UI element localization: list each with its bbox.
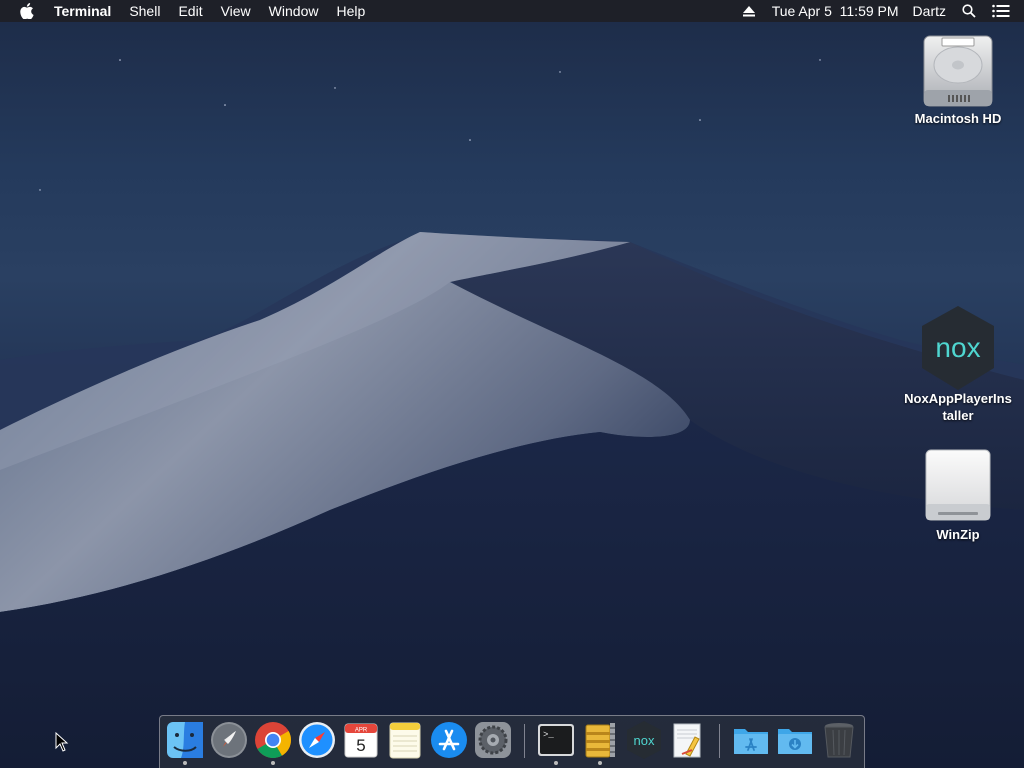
menu-bar: Terminal Shell Edit View Window Help Tue…: [0, 0, 1024, 22]
system-preferences-icon: [475, 722, 511, 758]
desktop-item-macintosh-hd[interactable]: Macintosh HD: [898, 30, 1018, 127]
mouse-cursor-icon: [55, 732, 69, 752]
dock-item-notes[interactable]: [385, 720, 425, 760]
dock-item-textedit[interactable]: [668, 720, 708, 760]
running-indicator: [598, 761, 602, 765]
apple-icon[interactable]: [19, 0, 35, 22]
dock: APR 5 >_ nox: [159, 715, 865, 768]
terminal-prompt: >_: [543, 730, 554, 740]
applications-folder-icon: [734, 729, 768, 754]
menu-view[interactable]: View: [212, 0, 260, 22]
spotlight-search-icon[interactable]: [960, 0, 978, 22]
nox-icon: nox: [918, 306, 998, 390]
desktop-item-nox-installer[interactable]: nox NoxAppPlayerIns taller: [898, 306, 1018, 424]
dock-item-trash[interactable]: [819, 720, 859, 760]
calendar-icon: APR 5: [344, 723, 378, 758]
running-indicator: [183, 761, 187, 765]
archive-utility-icon: [585, 723, 615, 758]
eject-icon[interactable]: [740, 0, 758, 22]
dock-item-google-chrome[interactable]: [253, 720, 293, 760]
downloads-folder-icon: [778, 729, 812, 754]
calendar-day: 5: [356, 736, 365, 755]
calendar-month: APR: [355, 728, 368, 734]
nox-logo-text: nox: [935, 332, 980, 363]
launchpad-icon: [211, 722, 247, 758]
mojave-dune-wallpaper: [0, 59, 1024, 768]
hard-drive-icon: [918, 30, 998, 110]
nox-logo-text: nox: [634, 733, 655, 748]
desktop-item-label: WinZip: [936, 527, 980, 542]
textedit-icon: [673, 723, 701, 758]
removable-drive-icon: [918, 446, 998, 526]
dock-item-app-store[interactable]: [429, 720, 469, 760]
menu-shell[interactable]: Shell: [120, 0, 169, 22]
dock-item-terminal[interactable]: >_: [536, 720, 576, 760]
dock-item-downloads-folder[interactable]: [775, 720, 815, 760]
running-indicator: [554, 761, 558, 765]
dock-item-applications-folder[interactable]: [731, 720, 771, 760]
menu-window[interactable]: Window: [260, 0, 328, 22]
menu-app-terminal[interactable]: Terminal: [45, 0, 120, 22]
menu-clock[interactable]: Tue Apr 5 11:59 PM: [765, 0, 906, 22]
notification-center-icon[interactable]: [992, 0, 1010, 22]
dock-item-nox[interactable]: nox: [624, 720, 664, 760]
trash-icon: [824, 723, 854, 758]
dock-separator: [524, 724, 525, 758]
menu-user[interactable]: Dartz: [906, 0, 953, 22]
desktop-item-label: Macintosh HD: [914, 111, 1002, 126]
dock-item-finder[interactable]: [165, 720, 205, 760]
dock-item-safari[interactable]: [297, 720, 337, 760]
safari-icon: [299, 722, 335, 758]
desktop-item-label: NoxAppPlayerIns taller: [904, 391, 1012, 423]
desktop[interactable]: Terminal Shell Edit View Window Help Tue…: [0, 0, 1024, 768]
app-store-icon: [431, 722, 467, 758]
notes-icon: [389, 722, 421, 759]
chrome-icon: [255, 722, 291, 759]
menu-help[interactable]: Help: [327, 0, 374, 22]
dock-item-calendar[interactable]: APR 5: [341, 720, 381, 760]
running-indicator: [271, 761, 275, 765]
nox-icon: nox: [627, 721, 661, 759]
finder-icon: [167, 722, 203, 758]
desktop-item-winzip[interactable]: WinZip: [898, 446, 1018, 543]
dock-separator: [719, 724, 720, 758]
dock-item-launchpad[interactable]: [209, 720, 249, 760]
terminal-icon: >_: [538, 724, 574, 756]
dock-item-system-preferences[interactable]: [473, 720, 513, 760]
dock-item-archive-utility[interactable]: [580, 720, 620, 760]
menu-edit[interactable]: Edit: [169, 0, 211, 22]
